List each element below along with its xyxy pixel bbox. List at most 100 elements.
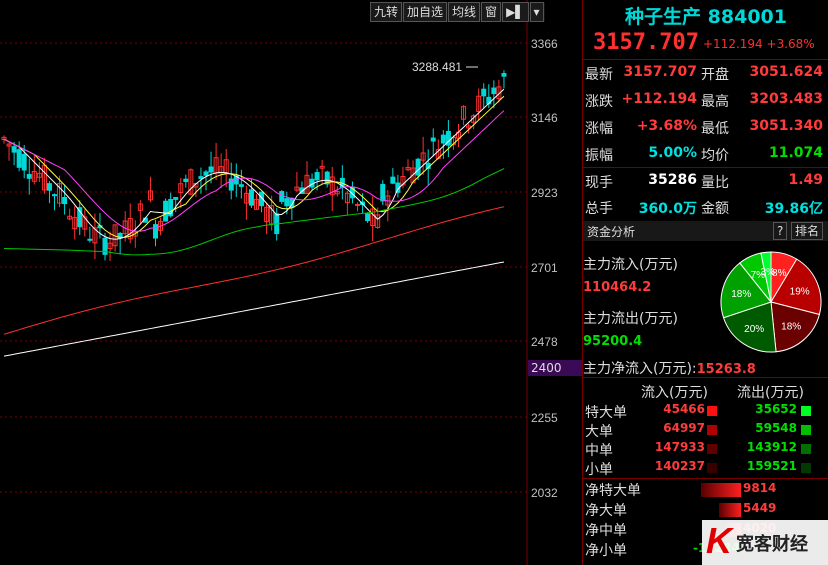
candle-body	[284, 198, 290, 207]
candle-body	[491, 87, 497, 95]
candle-body	[355, 203, 360, 206]
flow-in-value: 45466	[663, 402, 705, 416]
quote-row: 涨幅 +3.68% 最低 3051.340	[583, 114, 828, 140]
pie-label: 18%	[731, 289, 751, 300]
main-outflow: 主力流出(万元) 95200.4	[583, 308, 711, 349]
chart-toolbar: 九转 加自选 均线 窗 ▶▌ ▾	[370, 2, 545, 22]
flow-row-label: 大单	[585, 424, 613, 440]
label-avg-price: 均价	[701, 148, 729, 164]
kline-chart[interactable]: 3288.481	[0, 0, 528, 565]
candle-body	[198, 176, 204, 179]
axis-tick: 2478	[531, 335, 558, 349]
window-button[interactable]: 窗	[481, 2, 502, 22]
play-icon[interactable]: ▶▌	[502, 2, 529, 22]
value-low: 3051.340	[749, 118, 823, 134]
flow-out-bar	[801, 444, 811, 454]
net-row-label: 净小单	[585, 543, 627, 559]
candle-body	[163, 200, 169, 222]
moving-average-button[interactable]: 均线	[448, 2, 481, 22]
change-percent: +3.68%	[766, 37, 815, 51]
flow-row-label: 特大单	[585, 405, 627, 421]
candle-body	[203, 171, 209, 176]
flow-table-header: 流入(万元) 流出(万元)	[583, 382, 828, 401]
candle-body	[279, 191, 285, 202]
main-net-inflow: 主力净流入(万元):15263.8	[583, 358, 828, 378]
value-change-pct: +3.68%	[636, 118, 697, 134]
value-change: +112.194	[621, 91, 698, 107]
value-avg-price: 11.074	[768, 145, 823, 161]
stock-name: 种子生产	[625, 6, 702, 28]
flow-out-value: 159521	[746, 459, 797, 473]
stock-title: 种子生产 884001	[583, 2, 828, 29]
quote-row: 涨跌 +112.194 最高 3203.483	[583, 87, 828, 113]
moving-average-line	[3, 261, 505, 357]
net-flow-bar	[719, 503, 741, 517]
candle-body	[390, 176, 396, 184]
watermark-k: K	[706, 520, 732, 561]
main-outflow-value: 95200.4	[583, 334, 643, 349]
quote-row: 最新 3157.707 开盘 3051.624	[583, 60, 828, 86]
flow-out-value: 59548	[755, 421, 797, 435]
divider	[583, 478, 828, 479]
inflow-column-header: 流入(万元)	[641, 385, 708, 401]
label-change-pct: 涨幅	[585, 121, 613, 137]
label-high: 最高	[701, 94, 729, 110]
candle-body	[183, 178, 189, 183]
main-inflow-value: 110464.2	[583, 280, 652, 295]
outflow-column-header: 流出(万元)	[737, 385, 804, 401]
candle-body	[501, 73, 507, 77]
net-flow-row: 净特大单 9814	[583, 480, 828, 500]
pie-label: 18%	[781, 322, 801, 333]
quote-row: 现手 35286 量比 1.49	[583, 168, 828, 194]
flow-table-row: 大单 64997 59548	[583, 421, 828, 440]
net-row-value: 9814	[743, 481, 777, 495]
current-price: 3157.707	[593, 30, 699, 55]
watermark-text: 宽客财经	[736, 534, 808, 555]
flow-out-bar	[801, 463, 811, 473]
ranking-button[interactable]: 排名	[791, 222, 824, 240]
add-watchlist-button[interactable]: 加自选	[403, 2, 448, 22]
label-change: 涨跌	[585, 94, 613, 110]
candle-body	[16, 149, 22, 168]
main-outflow-label: 主力流出(万元)	[583, 311, 678, 327]
candle-body	[173, 196, 179, 200]
candle-body	[26, 173, 32, 179]
quote-row: 总手 360.0万 金额 39.86亿	[583, 194, 828, 220]
help-button[interactable]: ?	[773, 222, 788, 240]
main-net-inflow-label: 主力净流入(万元):	[583, 361, 697, 377]
value-current-volume: 35286	[648, 172, 697, 188]
net-flow-bar	[701, 483, 741, 497]
flow-in-bar	[707, 425, 717, 435]
candle-body	[238, 184, 244, 187]
label-latest: 最新	[585, 67, 613, 83]
candle-body	[62, 197, 68, 205]
quote-panel: 种子生产 884001 3157.707 +112.194 +3.68% 最新 …	[582, 0, 828, 565]
pie-label: 3%	[761, 267, 776, 278]
flow-row-label: 中单	[585, 443, 613, 459]
fund-analysis-title: 资金分析	[587, 225, 636, 239]
axis-tick: 2701	[531, 261, 558, 275]
quote-row: 振幅 5.00% 均价 11.074	[583, 141, 828, 167]
candle-body	[481, 88, 487, 97]
flow-row-label: 小单	[585, 462, 613, 478]
candle-body	[380, 183, 386, 202]
flow-table-row: 小单 140237 159521	[583, 459, 828, 478]
candle-body	[208, 166, 214, 173]
candle-body	[314, 172, 320, 181]
main-inflow-label: 主力流入(万元)	[583, 257, 678, 273]
nine-turn-button[interactable]: 九转	[370, 2, 403, 22]
net-row-label: 净大单	[585, 503, 627, 519]
flow-table-row: 特大单 45466 35652	[583, 402, 828, 421]
candle-body	[415, 158, 421, 176]
flow-in-bar	[707, 463, 717, 473]
chevron-down-icon[interactable]: ▾	[529, 2, 544, 22]
candle-body	[248, 189, 254, 206]
label-volume-ratio: 量比	[701, 175, 729, 191]
candle-body	[440, 134, 446, 144]
flow-out-value: 143912	[746, 440, 797, 454]
candle-body	[153, 224, 158, 239]
high-annotation: 3288.481	[412, 60, 462, 74]
watermark-logo: K 宽客财经	[702, 520, 828, 565]
value-latest: 3157.707	[623, 64, 697, 80]
main-net-inflow-value: 15263.8	[696, 362, 756, 377]
